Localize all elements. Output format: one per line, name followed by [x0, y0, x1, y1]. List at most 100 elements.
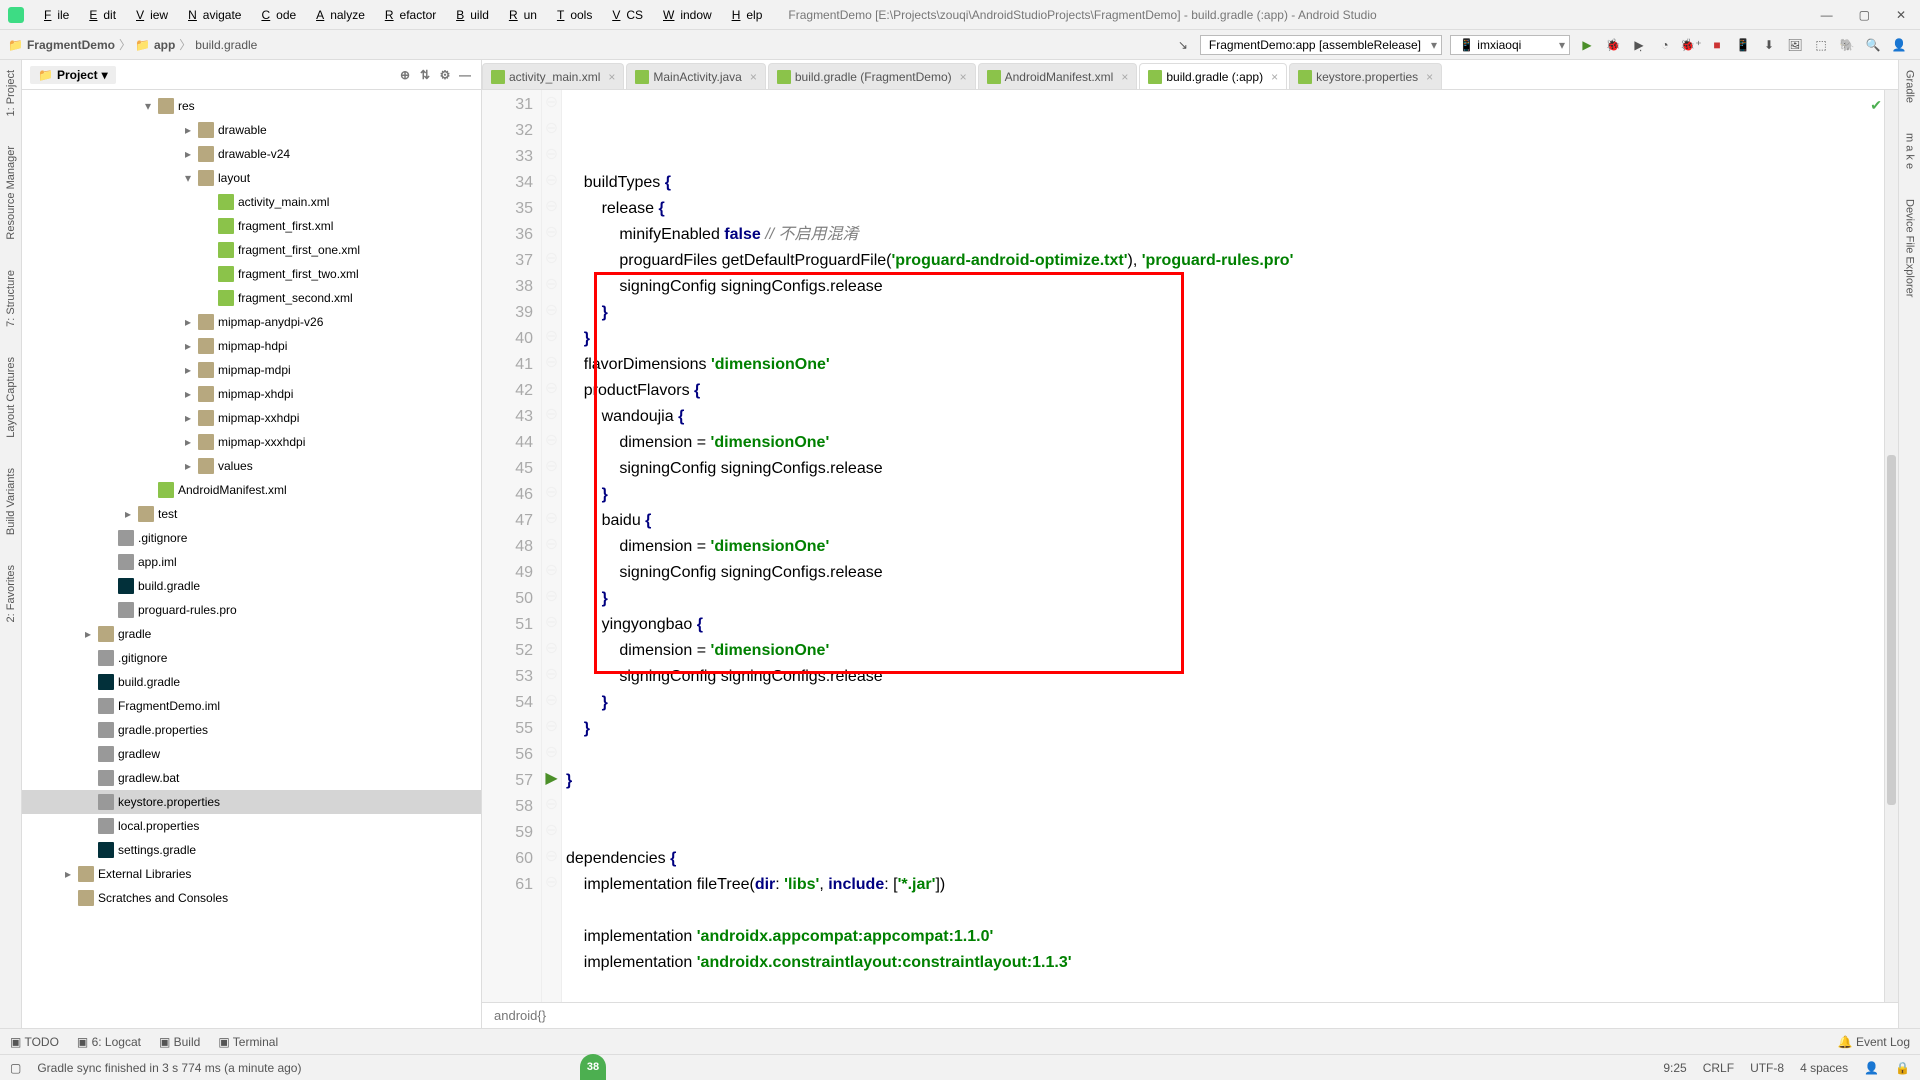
tree-item-settings-gradle[interactable]: settings.gradle	[22, 838, 481, 862]
tree-item-layout[interactable]: ▾layout	[22, 166, 481, 190]
menu-edit[interactable]: Edit	[77, 5, 122, 25]
tree-item-fragment-first-two-xml[interactable]: fragment_first_two.xml	[22, 262, 481, 286]
file-encoding[interactable]: UTF-8	[1750, 1061, 1784, 1075]
close-tab-icon[interactable]: ×	[750, 70, 757, 84]
stop-button[interactable]: ■	[1706, 34, 1728, 56]
bottom-tool-build[interactable]: ▣ Build	[159, 1035, 200, 1049]
left-rail-2-favorites[interactable]: 2: Favorites	[5, 565, 17, 622]
project-tree[interactable]: ▾res▸drawable▸drawable-v24▾layoutactivit…	[22, 90, 481, 1028]
run-button[interactable]: ▶	[1576, 34, 1598, 56]
tree-item-fragment-first-one-xml[interactable]: fragment_first_one.xml	[22, 238, 481, 262]
breadcrumb[interactable]: 📁FragmentDemo 〉 📁app 〉 build.gradle	[8, 36, 257, 53]
indent-setting[interactable]: 4 spaces	[1800, 1061, 1848, 1075]
search-everywhere-icon[interactable]: 🔍	[1862, 34, 1884, 56]
tree-item-fragmentdemo-iml[interactable]: FragmentDemo.iml	[22, 694, 481, 718]
debug-button[interactable]: 🐞	[1602, 34, 1624, 56]
vertical-scrollbar[interactable]	[1884, 90, 1898, 1002]
settings-icon[interactable]: ⚙	[437, 68, 453, 82]
tree-item--gitignore[interactable]: .gitignore	[22, 646, 481, 670]
tree-item-external-libraries[interactable]: ▸External Libraries	[22, 862, 481, 886]
tab-androidmanifest-xml[interactable]: AndroidManifest.xml×	[978, 63, 1138, 89]
tree-item-drawable[interactable]: ▸drawable	[22, 118, 481, 142]
right-rail-device-file-explorer[interactable]: Device File Explorer	[1904, 199, 1916, 297]
menu-run[interactable]: Run	[497, 5, 543, 25]
left-rail-resource-manager[interactable]: Resource Manager	[5, 146, 17, 240]
breadcrumb-root[interactable]: FragmentDemo	[27, 38, 115, 52]
tree-item-gradle-properties[interactable]: gradle.properties	[22, 718, 481, 742]
menu-window[interactable]: Window	[651, 5, 718, 25]
left-rail-build-variants[interactable]: Build Variants	[5, 468, 17, 535]
tree-item-res[interactable]: ▾res	[22, 94, 481, 118]
line-separator[interactable]: CRLF	[1703, 1061, 1734, 1075]
memory-indicator[interactable]: 38	[580, 1054, 606, 1080]
event-log-button[interactable]: 🔔 Event Log	[1838, 1035, 1910, 1049]
expand-icon[interactable]: ⇅	[417, 68, 433, 82]
sync-icon[interactable]: ↘	[1172, 34, 1194, 56]
tab-keystore-properties[interactable]: keystore.properties×	[1289, 63, 1442, 89]
close-tab-icon[interactable]: ×	[608, 70, 615, 84]
tree-item-values[interactable]: ▸values	[22, 454, 481, 478]
tree-item-drawable-v24[interactable]: ▸drawable-v24	[22, 142, 481, 166]
tree-item-local-properties[interactable]: local.properties	[22, 814, 481, 838]
tree-item-mipmap-xxxhdpi[interactable]: ▸mipmap-xxxhdpi	[22, 430, 481, 454]
menu-refactor[interactable]: Refactor	[373, 5, 442, 25]
left-rail-layout-captures[interactable]: Layout Captures	[5, 357, 17, 438]
tree-item-test[interactable]: ▸test	[22, 502, 481, 526]
menu-code[interactable]: Code	[249, 5, 302, 25]
menu-vcs[interactable]: VCS	[600, 5, 649, 25]
close-button[interactable]: ✕	[1890, 6, 1912, 24]
close-tab-icon[interactable]: ×	[1121, 70, 1128, 84]
device-select[interactable]: 📱 imxiaoqi	[1450, 35, 1570, 55]
tab-build-gradle-app-[interactable]: build.gradle (:app)×	[1139, 63, 1287, 89]
tree-item-mipmap-anydpi-v26[interactable]: ▸mipmap-anydpi-v26	[22, 310, 481, 334]
tree-item-scratches-and-consoles[interactable]: Scratches and Consoles	[22, 886, 481, 910]
breadcrumb-module[interactable]: app	[154, 38, 175, 52]
collapse-panel-icon[interactable]: —	[457, 68, 473, 82]
tree-item-mipmap-xhdpi[interactable]: ▸mipmap-xhdpi	[22, 382, 481, 406]
tree-item-gradle[interactable]: ▸gradle	[22, 622, 481, 646]
right-rail-m-a-k-e[interactable]: m a k e	[1904, 133, 1916, 169]
coverage-button[interactable]: ▶̣	[1628, 34, 1650, 56]
left-rail-7-structure[interactable]: 7: Structure	[5, 270, 17, 327]
tree-item-fragment-second-xml[interactable]: fragment_second.xml	[22, 286, 481, 310]
bottom-tool-6-logcat[interactable]: ▣ 6: Logcat	[77, 1035, 141, 1049]
gradle-sync-icon[interactable]: 🐘	[1836, 34, 1858, 56]
project-view-select[interactable]: 📁 Project ▾	[30, 66, 116, 84]
tab-activity-main-xml[interactable]: activity_main.xml×	[482, 63, 624, 89]
run-config-select[interactable]: FragmentDemo:app [assembleRelease]	[1200, 35, 1442, 55]
attach-debugger-button[interactable]: 🐞⁺	[1680, 34, 1702, 56]
code-editor[interactable]: ✔ buildTypes { release { minifyEnabled f…	[562, 90, 1884, 1002]
menu-file[interactable]: File	[32, 5, 75, 25]
tree-item--gitignore[interactable]: .gitignore	[22, 526, 481, 550]
tree-item-mipmap-hdpi[interactable]: ▸mipmap-hdpi	[22, 334, 481, 358]
menu-analyze[interactable]: Analyze	[304, 5, 371, 25]
bottom-tool-todo[interactable]: ▣ TODO	[10, 1035, 59, 1049]
breadcrumb-file[interactable]: build.gradle	[195, 38, 257, 52]
tree-item-activity-main-xml[interactable]: activity_main.xml	[22, 190, 481, 214]
resource-manager-icon[interactable]: 🖼	[1784, 34, 1806, 56]
tree-item-app-iml[interactable]: app.iml	[22, 550, 481, 574]
tree-item-keystore-properties[interactable]: keystore.properties	[22, 790, 481, 814]
menu-build[interactable]: Build	[444, 5, 495, 25]
tree-item-mipmap-mdpi[interactable]: ▸mipmap-mdpi	[22, 358, 481, 382]
menu-tools[interactable]: Tools	[545, 5, 598, 25]
profile-button[interactable]: ◔	[1654, 34, 1676, 56]
inspection-icon[interactable]: 👤	[1864, 1061, 1879, 1075]
menu-view[interactable]: View	[124, 5, 174, 25]
tab-mainactivity-java[interactable]: MainActivity.java×	[626, 63, 766, 89]
minimize-button[interactable]: —	[1815, 6, 1839, 24]
tree-item-gradlew-bat[interactable]: gradlew.bat	[22, 766, 481, 790]
tab-build-gradle-fragmentdemo-[interactable]: build.gradle (FragmentDemo)×	[768, 63, 976, 89]
locate-icon[interactable]: ⊕	[397, 68, 413, 82]
tree-item-build-gradle[interactable]: build.gradle	[22, 670, 481, 694]
right-rail-gradle[interactable]: Gradle	[1904, 70, 1916, 103]
tree-item-fragment-first-xml[interactable]: fragment_first.xml	[22, 214, 481, 238]
tree-item-build-gradle[interactable]: build.gradle	[22, 574, 481, 598]
cursor-position[interactable]: 9:25	[1663, 1061, 1686, 1075]
tree-item-gradlew[interactable]: gradlew	[22, 742, 481, 766]
avd-manager-icon[interactable]: 📱	[1732, 34, 1754, 56]
user-icon[interactable]: 👤	[1888, 34, 1910, 56]
lock-icon[interactable]: 🔒	[1895, 1061, 1910, 1075]
left-rail-1-project[interactable]: 1: Project	[5, 70, 17, 116]
bottom-tool-terminal[interactable]: ▣ Terminal	[218, 1035, 278, 1049]
